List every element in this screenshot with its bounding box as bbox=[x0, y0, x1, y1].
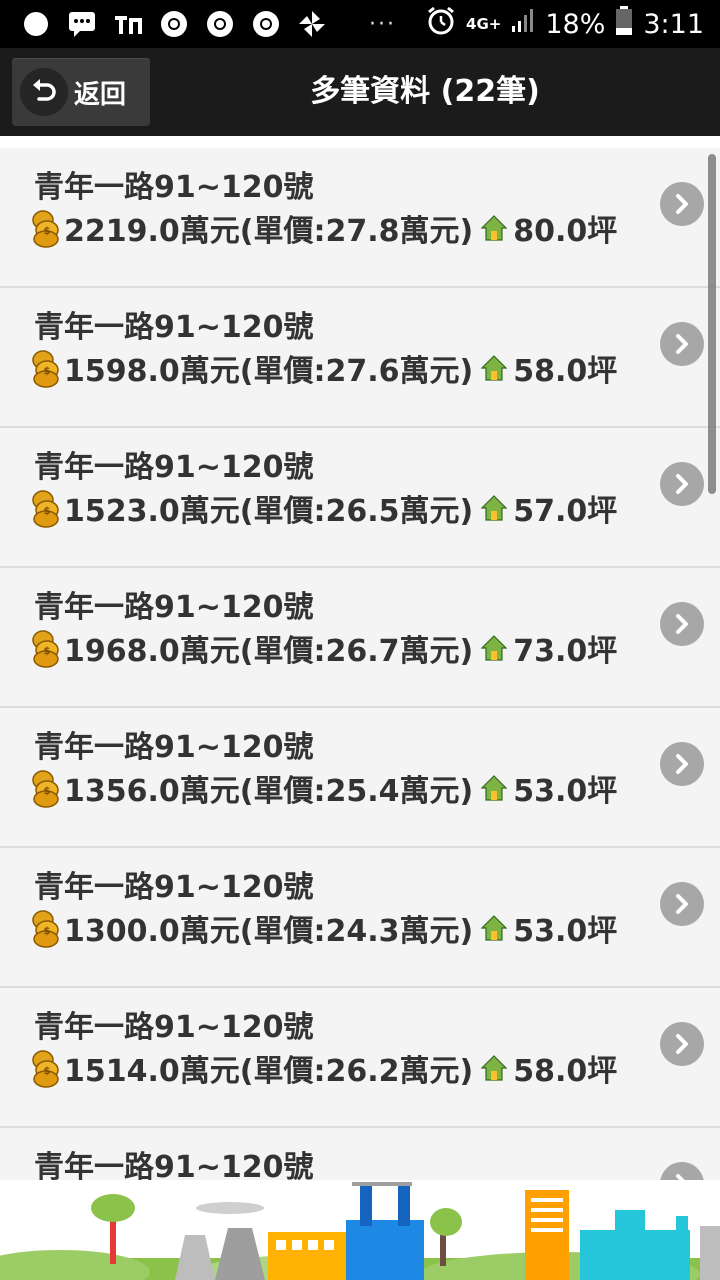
notification-icons bbox=[22, 8, 326, 40]
item-area: 53.0坪 bbox=[513, 774, 618, 809]
svg-text:$: $ bbox=[44, 506, 51, 517]
svg-text:$: $ bbox=[44, 786, 51, 797]
list-item[interactable]: 青年一路91~120號 $1968.0萬元(單價:26.7萬元) 73.0坪 bbox=[0, 568, 720, 708]
item-info: $2219.0萬元(單價:27.8萬元) 80.0坪 bbox=[30, 206, 617, 250]
back-label: 返回 bbox=[74, 79, 127, 110]
record-list[interactable]: 青年一路91~120號 $2219.0萬元(單價:27.8萬元) 80.0坪 青年一路… bbox=[0, 148, 720, 1180]
list-item[interactable]: 青年一路91~120號 $1523.0萬元(單價:26.5萬元) 57.0坪 bbox=[0, 428, 720, 568]
scrollbar[interactable] bbox=[708, 154, 716, 494]
svg-text:$: $ bbox=[44, 366, 51, 377]
item-price: 1300.0萬元(單價:24.3萬元) bbox=[64, 914, 474, 949]
item-info: $1968.0萬元(單價:26.7萬元) 73.0坪 bbox=[30, 626, 617, 670]
house-icon bbox=[481, 635, 508, 661]
coin-stack-icon: $ bbox=[32, 1050, 59, 1088]
item-price: 1514.0萬元(單價:26.2萬元) bbox=[64, 1054, 474, 1089]
chrome-icon bbox=[206, 10, 234, 38]
item-info: $1598.0萬元(單價:27.6萬元) 58.0坪 bbox=[30, 346, 617, 390]
status-indicators: ··· 4G+ 18% 3:11 bbox=[369, 5, 704, 43]
item-price: 1598.0萬元(單價:27.6萬元) bbox=[64, 354, 474, 389]
coin-stack-icon: $ bbox=[32, 630, 59, 668]
svg-text:$: $ bbox=[44, 646, 51, 657]
item-area: 73.0坪 bbox=[513, 634, 618, 669]
battery-icon bbox=[615, 5, 633, 43]
item-price: 1356.0萬元(單價:25.4萬元) bbox=[64, 774, 474, 809]
page-title: 多筆資料 (22筆) bbox=[310, 74, 540, 109]
network-type: 4G+ bbox=[466, 15, 502, 33]
battery-percent: 18% bbox=[545, 8, 606, 40]
action-bar: 返回 多筆資料 (22筆) bbox=[0, 48, 720, 136]
app-logo-icon bbox=[114, 10, 142, 38]
list-item[interactable]: 青年一路91~120號 bbox=[0, 1128, 720, 1180]
item-info: $1514.0萬元(單價:26.2萬元) 58.0坪 bbox=[30, 1046, 617, 1090]
footer-illustration bbox=[0, 1180, 720, 1280]
list-item[interactable]: 青年一路91~120號 $1300.0萬元(單價:24.3萬元) 53.0坪 bbox=[0, 848, 720, 988]
chevron-right-icon[interactable] bbox=[660, 602, 704, 646]
item-address: 青年一路91~120號 bbox=[34, 310, 314, 345]
more-notifications-icon: ··· bbox=[369, 11, 397, 37]
item-area: 58.0坪 bbox=[513, 354, 618, 389]
house-icon bbox=[481, 775, 508, 801]
svg-text:$: $ bbox=[44, 226, 51, 237]
item-address: 青年一路91~120號 bbox=[34, 450, 314, 485]
item-price: 2219.0萬元(單價:27.8萬元) bbox=[64, 214, 474, 249]
alarm-icon bbox=[426, 6, 456, 43]
item-address: 青年一路91~120號 bbox=[34, 730, 314, 765]
coin-stack-icon: $ bbox=[32, 770, 59, 808]
item-price: 1968.0萬元(單價:26.7萬元) bbox=[64, 634, 474, 669]
circle-icon bbox=[22, 10, 50, 38]
coin-stack-icon: $ bbox=[32, 910, 59, 948]
item-address: 青年一路91~120號 bbox=[34, 870, 314, 905]
clock: 3:11 bbox=[643, 8, 704, 40]
item-address: 青年一路91~120號 bbox=[34, 1150, 314, 1180]
chevron-right-icon[interactable] bbox=[660, 1022, 704, 1066]
item-area: 53.0坪 bbox=[513, 914, 618, 949]
item-address: 青年一路91~120號 bbox=[34, 170, 314, 205]
back-button[interactable]: 返回 bbox=[12, 58, 150, 126]
chevron-right-icon[interactable] bbox=[660, 182, 704, 226]
message-icon bbox=[68, 10, 96, 38]
chevron-right-icon[interactable] bbox=[660, 742, 704, 786]
list-item[interactable]: 青年一路91~120號 $1514.0萬元(單價:26.2萬元) 58.0坪 bbox=[0, 988, 720, 1128]
signal-icon bbox=[511, 8, 535, 41]
item-area: 80.0坪 bbox=[513, 214, 618, 249]
list-item[interactable]: 青年一路91~120號 $1356.0萬元(單價:25.4萬元) 53.0坪 bbox=[0, 708, 720, 848]
header-gap bbox=[0, 136, 720, 148]
house-icon bbox=[481, 215, 508, 241]
chevron-right-icon[interactable] bbox=[660, 322, 704, 366]
house-icon bbox=[481, 355, 508, 381]
svg-text:$: $ bbox=[44, 926, 51, 937]
coin-stack-icon: $ bbox=[32, 490, 59, 528]
chevron-right-icon[interactable] bbox=[660, 1162, 704, 1180]
chrome-icon bbox=[160, 10, 188, 38]
house-icon bbox=[481, 915, 508, 941]
coin-stack-icon: $ bbox=[32, 350, 59, 388]
item-info: $1356.0萬元(單價:25.4萬元) 53.0坪 bbox=[30, 766, 617, 810]
chevron-right-icon[interactable] bbox=[660, 462, 704, 506]
item-info: $1523.0萬元(單價:26.5萬元) 57.0坪 bbox=[30, 486, 617, 530]
list-item[interactable]: 青年一路91~120號 $1598.0萬元(單價:27.6萬元) 58.0坪 bbox=[0, 288, 720, 428]
house-icon bbox=[481, 1055, 508, 1081]
list-item[interactable]: 青年一路91~120號 $2219.0萬元(單價:27.8萬元) 80.0坪 bbox=[0, 148, 720, 288]
item-address: 青年一路91~120號 bbox=[34, 1010, 314, 1045]
chrome-icon bbox=[252, 10, 280, 38]
item-area: 57.0坪 bbox=[513, 494, 618, 529]
back-arrow-icon bbox=[20, 68, 68, 116]
pinwheel-icon bbox=[298, 10, 326, 38]
svg-text:$: $ bbox=[44, 1066, 51, 1077]
chevron-right-icon[interactable] bbox=[660, 882, 704, 926]
item-price: 1523.0萬元(單價:26.5萬元) bbox=[64, 494, 474, 529]
item-area: 58.0坪 bbox=[513, 1054, 618, 1089]
coin-stack-icon: $ bbox=[32, 210, 59, 248]
item-info: $1300.0萬元(單價:24.3萬元) 53.0坪 bbox=[30, 906, 617, 950]
item-address: 青年一路91~120號 bbox=[34, 590, 314, 625]
status-bar: ··· 4G+ 18% 3:11 bbox=[0, 0, 720, 48]
house-icon bbox=[481, 495, 508, 521]
